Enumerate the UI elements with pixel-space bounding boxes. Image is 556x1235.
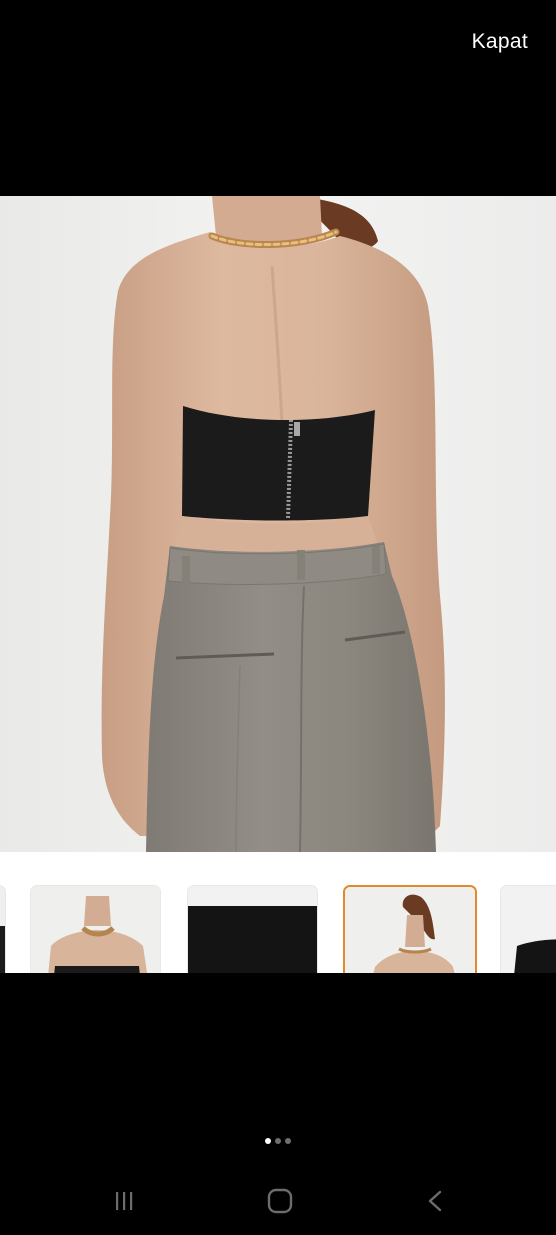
product-thumbnail-front-necklace[interactable]: [30, 885, 161, 973]
page-dot-active: [265, 1138, 271, 1144]
page-dot: [275, 1138, 281, 1144]
home-icon[interactable]: [262, 1188, 298, 1216]
product-thumbnail-partial-right[interactable]: [500, 885, 556, 973]
page-dot: [285, 1138, 291, 1144]
thumbnail-strip: [0, 852, 556, 973]
product-thumbnail-partial-left[interactable]: [0, 885, 6, 973]
page-indicator: [0, 1138, 556, 1144]
close-button[interactable]: Kapat: [472, 30, 528, 54]
system-navigation-bar: [0, 1168, 556, 1235]
product-thumbnail-back-view[interactable]: [343, 885, 477, 973]
product-thumbnail-black-fabric[interactable]: [187, 885, 318, 973]
back-icon[interactable]: [418, 1188, 454, 1216]
recent-apps-icon[interactable]: [106, 1188, 142, 1216]
product-main-image[interactable]: [0, 196, 556, 852]
